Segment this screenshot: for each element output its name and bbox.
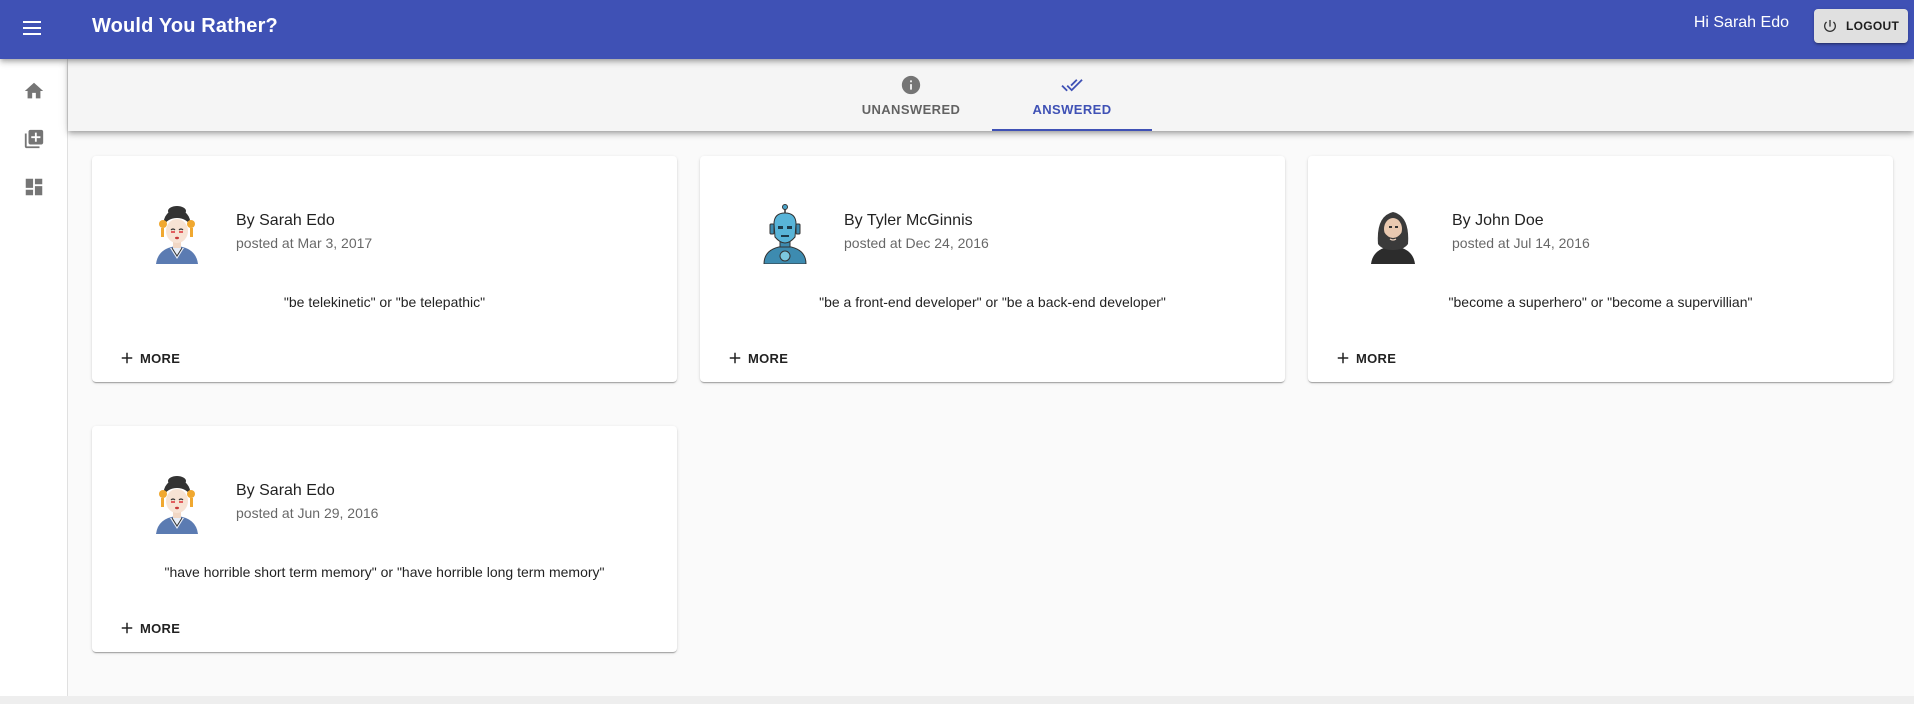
question-tabs: UNANSWERED ANSWERED <box>68 59 1914 131</box>
question-date: posted at Dec 24, 2016 <box>844 235 989 251</box>
question-card: By Tyler McGinnis posted at Dec 24, 2016… <box>700 156 1285 382</box>
question-text: "be a front-end developer" or "be a back… <box>819 294 1166 310</box>
more-button[interactable]: MORE <box>1334 346 1396 370</box>
robot-avatar-icon <box>763 204 807 264</box>
question-author: By John Doe <box>1452 212 1544 229</box>
plus-icon <box>1337 352 1349 364</box>
add-question-icon <box>24 129 43 149</box>
active-tab-indicator <box>992 129 1152 131</box>
question-date: posted at Jun 29, 2016 <box>236 505 379 521</box>
bearded-man-avatar-icon <box>1371 212 1415 264</box>
menu-icon <box>23 21 41 35</box>
double-check-icon <box>1061 78 1083 91</box>
tab-unanswered[interactable]: UNANSWERED <box>831 59 991 131</box>
question-card: By John Doe posted at Jul 14, 2016 "beco… <box>1308 156 1893 382</box>
plus-icon <box>729 352 741 364</box>
question-date: posted at Jul 14, 2016 <box>1452 235 1590 251</box>
question-date: posted at Mar 3, 2017 <box>236 235 373 251</box>
tab-unanswered-label: UNANSWERED <box>861 101 961 117</box>
more-label: MORE <box>1356 350 1397 366</box>
drawer-item-add-question[interactable] <box>0 119 67 159</box>
more-label: MORE <box>748 350 789 366</box>
drawer-item-dashboard[interactable] <box>0 167 67 207</box>
question-author: By Sarah Edo <box>236 212 335 229</box>
question-text: "be telekinetic" or "be telepathic" <box>283 294 486 310</box>
user-greeting: Hi Sarah Edo <box>1693 14 1789 31</box>
question-author: By Sarah Edo <box>236 482 335 499</box>
app-bar: Would You Rather? Hi Sarah Edo LOGOUT <box>0 0 1914 59</box>
info-icon <box>901 75 921 94</box>
more-button[interactable]: MORE <box>118 616 180 640</box>
question-card: By Sarah Edo posted at Jun 29, 2016 "hav… <box>92 426 677 652</box>
dashboard-icon <box>25 178 42 196</box>
question-text: "have horrible short term memory" or "ha… <box>164 564 605 580</box>
plus-icon <box>121 352 133 364</box>
question-card: By Sarah Edo posted at Mar 3, 2017 "be t… <box>92 156 677 382</box>
logout-label: LOGOUT <box>1846 19 1900 33</box>
more-label: MORE <box>140 350 181 366</box>
question-author: By Tyler McGinnis <box>844 212 973 229</box>
more-label: MORE <box>140 620 181 636</box>
question-text: "become a superhero" or "become a superv… <box>1448 294 1753 310</box>
logout-button[interactable]: LOGOUT <box>1814 9 1908 43</box>
menu-button[interactable] <box>18 14 46 42</box>
bottom-strip <box>0 696 1914 704</box>
app-title: Would You Rather? <box>92 15 278 37</box>
geisha-avatar-icon <box>156 206 198 264</box>
tab-answered-label: ANSWERED <box>1032 101 1112 117</box>
geisha-avatar-icon <box>156 476 198 534</box>
home-icon <box>24 82 43 99</box>
side-drawer <box>0 59 68 704</box>
more-button[interactable]: MORE <box>726 346 788 370</box>
power-icon <box>1824 20 1836 32</box>
more-button[interactable]: MORE <box>118 346 180 370</box>
drawer-item-home[interactable] <box>0 71 67 111</box>
tab-answered[interactable]: ANSWERED <box>992 59 1152 131</box>
plus-icon <box>121 622 133 634</box>
